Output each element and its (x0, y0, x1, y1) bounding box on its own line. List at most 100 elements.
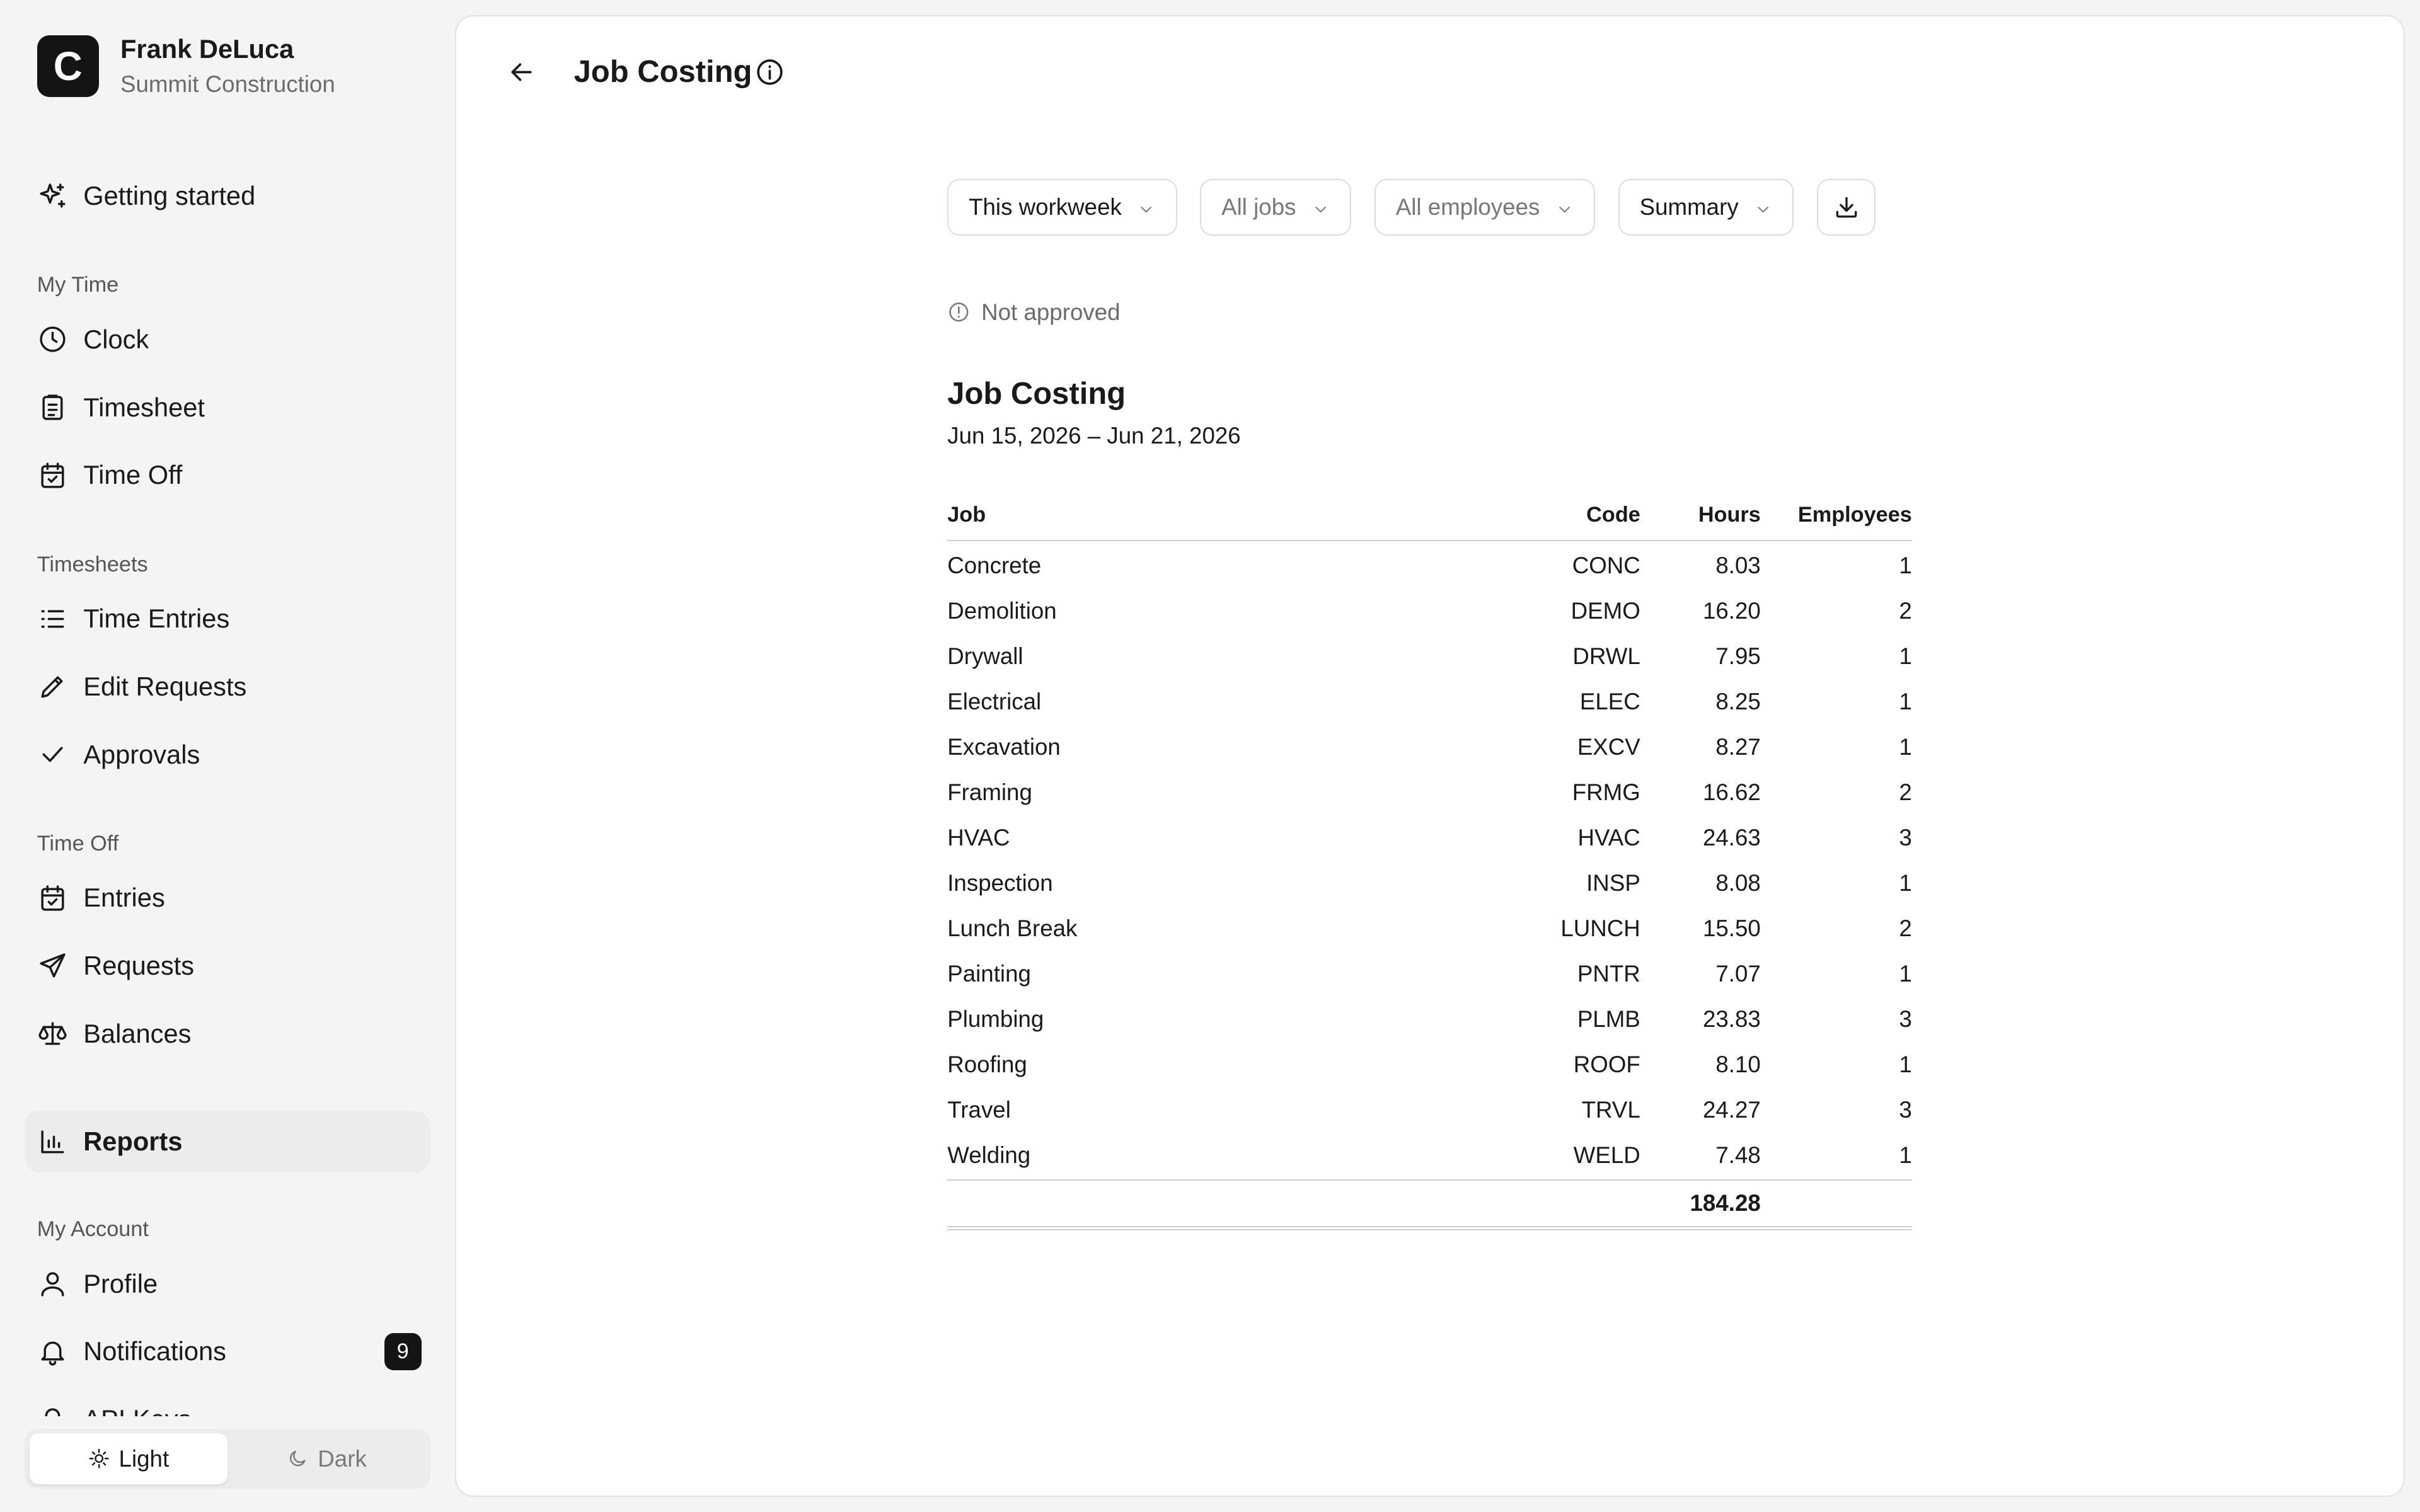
cell-job: Excavation (947, 733, 1061, 760)
table-row[interactable]: Framing FRMG 16.62 2 (947, 770, 1912, 815)
jobs-select[interactable]: All jobs (1200, 178, 1352, 236)
cell-hours: 8.10 (1715, 1051, 1761, 1077)
cell-hours: 7.48 (1715, 1142, 1761, 1168)
table-row[interactable]: Painting PNTR 7.07 1 (947, 951, 1912, 997)
table-row[interactable]: Electrical ELEC 8.25 1 (947, 679, 1912, 724)
nav-label: Time Off (83, 460, 183, 490)
report-title: Job Costing (947, 377, 1126, 411)
profile-header[interactable]: C Frank DeLuca Summit Construction (37, 32, 335, 100)
table-row[interactable]: Welding WELD 7.48 1 (947, 1133, 1912, 1178)
check-icon (37, 739, 68, 770)
cell-hours: 7.95 (1715, 643, 1761, 669)
list-icon (37, 604, 68, 634)
table-row[interactable]: Travel TRVL 24.27 3 (947, 1087, 1912, 1133)
table-row[interactable]: HVAC HVAC 24.63 3 (947, 815, 1912, 861)
cell-job: Lunch Break (947, 915, 1078, 941)
nav-entries[interactable]: Entries (25, 867, 430, 929)
nav-requests[interactable]: Requests (25, 935, 430, 997)
column-header-hours[interactable]: Hours (1640, 503, 1761, 527)
main-panel: Job Costing This workweek All jobs All e… (455, 15, 2405, 1497)
column-header-code[interactable]: Code (1534, 503, 1640, 527)
approval-status: Not approved (947, 299, 1121, 326)
nav-profile[interactable]: Profile (25, 1253, 430, 1315)
nav-label: Time Entries (83, 604, 230, 634)
cell-code: PLMB (1577, 1005, 1640, 1032)
cell-job: Plumbing (947, 1005, 1044, 1032)
back-button[interactable] (503, 54, 540, 91)
nav-label: Reports (83, 1126, 183, 1157)
cell-job: Painting (947, 960, 1031, 987)
theme-dark-label: Dark (318, 1445, 367, 1472)
approval-status-text: Not approved (981, 299, 1121, 325)
bell-icon (37, 1336, 68, 1367)
column-header-job[interactable]: Job (947, 503, 1534, 527)
table-row[interactable]: Drywall DRWL 7.95 1 (947, 634, 1912, 679)
jobs-select-value: All jobs (1221, 193, 1296, 220)
table-row[interactable]: Lunch Break LUNCH 15.50 2 (947, 906, 1912, 951)
cell-hours: 16.62 (1702, 779, 1761, 805)
moon-icon (290, 1450, 306, 1467)
cell-code: TRVL (1581, 1096, 1640, 1123)
nav-edit-requests[interactable]: Edit Requests (25, 656, 430, 718)
section-label-my-account: My Account (37, 1217, 149, 1242)
section-label-my-time: My Time (37, 273, 119, 297)
cell-code: LUNCH (1560, 915, 1640, 941)
info-icon[interactable] (754, 57, 785, 88)
cell-hours: 24.63 (1702, 824, 1761, 850)
chevron-down-icon (1311, 198, 1330, 216)
nav-label: Requests (83, 951, 195, 981)
cell-hours: 8.03 (1715, 552, 1761, 578)
nav-reports[interactable]: Reports (25, 1111, 431, 1173)
cell-code: EXCV (1577, 733, 1640, 760)
cell-job: Welding (947, 1142, 1031, 1168)
notifications-count-badge: 9 (384, 1332, 422, 1370)
nav-clock[interactable]: Clock (25, 309, 430, 370)
table-row[interactable]: Roofing ROOF 8.10 1 (947, 1042, 1912, 1087)
chevron-down-icon (1137, 198, 1155, 216)
nav-getting-started[interactable]: Getting started (25, 165, 430, 227)
table-row[interactable]: Demolition DEMO 16.20 2 (947, 588, 1912, 634)
clock-icon (37, 324, 68, 355)
download-icon (1836, 197, 1857, 218)
cell-employees: 1 (1899, 1051, 1912, 1077)
arrow-left-icon (511, 63, 532, 81)
filter-bar: This workweek All jobs All employees Sum… (947, 178, 1876, 236)
cell-code: DEMO (1570, 597, 1640, 624)
theme-light-option[interactable]: Light (29, 1433, 228, 1484)
table-header: Job Code Hours Employees (947, 496, 1912, 542)
nav-balances[interactable]: Balances (25, 1003, 430, 1065)
nav-approvals[interactable]: Approvals (25, 724, 430, 786)
pencil-icon (37, 671, 68, 702)
nav-time-off[interactable]: Time Off (25, 444, 430, 506)
cell-hours: 15.50 (1702, 915, 1761, 941)
period-select[interactable]: This workweek (947, 178, 1177, 236)
section-label-timesheets: Timesheets (37, 552, 148, 576)
nav-label: Edit Requests (83, 671, 247, 701)
nav-timesheet[interactable]: Timesheet (25, 377, 430, 438)
cell-hours: 24.27 (1702, 1096, 1761, 1123)
cell-job: Demolition (947, 597, 1057, 624)
view-select[interactable]: Summary (1618, 178, 1794, 236)
employees-select[interactable]: All employees (1374, 178, 1596, 236)
cell-code: DRWL (1572, 643, 1640, 669)
cell-employees: 1 (1899, 960, 1912, 987)
nav-api-keys-clipped[interactable]: API Keys (37, 1398, 191, 1417)
report-date-range: Jun 15, 2026 – Jun 21, 2026 (947, 422, 1241, 449)
download-button[interactable] (1817, 178, 1876, 236)
nav-label: Clock (83, 324, 149, 354)
table-row[interactable]: Concrete CONC 8.03 1 (947, 543, 1912, 588)
nav-time-entries[interactable]: Time Entries (25, 588, 430, 650)
theme-dark-option[interactable]: Dark (228, 1433, 426, 1484)
table-row[interactable]: Inspection INSP 8.08 1 (947, 861, 1912, 906)
employees-select-value: All employees (1395, 193, 1540, 220)
total-hours: 184.28 (1690, 1189, 1761, 1216)
sun-icon (89, 1449, 109, 1469)
cell-employees: 2 (1899, 915, 1912, 941)
cell-employees: 3 (1899, 1005, 1912, 1032)
nav-notifications[interactable]: Notifications 9 (25, 1320, 430, 1382)
column-header-employees[interactable]: Employees (1761, 503, 1912, 527)
table-row[interactable]: Plumbing PLMB 23.83 3 (947, 997, 1912, 1042)
cell-hours: 8.25 (1715, 688, 1761, 714)
cell-hours: 8.08 (1715, 869, 1761, 896)
table-row[interactable]: Excavation EXCV 8.27 1 (947, 724, 1912, 770)
